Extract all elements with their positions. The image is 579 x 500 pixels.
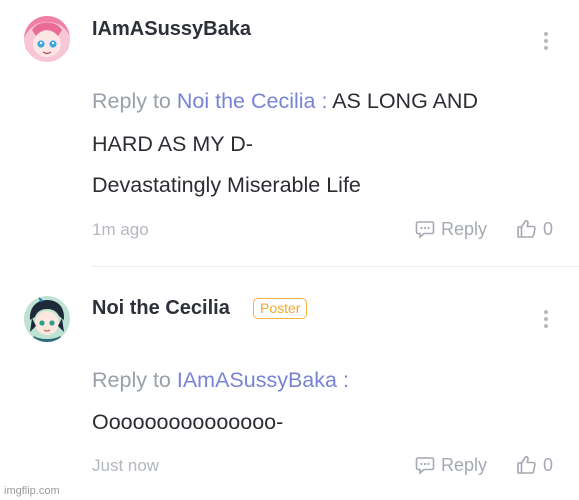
reply-prefix: Reply to	[92, 89, 177, 113]
comment-item: Noi the Cecilia Poster Reply to IAmASuss…	[0, 268, 579, 500]
comment-timestamp: 1m ago	[92, 220, 149, 239]
reply-label: Reply	[441, 218, 488, 239]
like-count: 0	[543, 454, 554, 475]
comment-text: AS LONG AND	[332, 89, 478, 113]
like-button[interactable]: 0	[516, 217, 553, 241]
comment-username[interactable]: Noi the Cecilia	[92, 297, 230, 320]
comment-item: IAmASussyBaka Reply to Noi the Cecilia :…	[0, 0, 579, 267]
more-options-icon[interactable]	[536, 28, 556, 54]
like-count: 0	[543, 218, 554, 239]
watermark: imgflip.com	[4, 485, 60, 497]
thumbs-up-icon	[517, 456, 536, 474]
mention-link[interactable]: IAmASussyBaka	[177, 368, 337, 392]
thumbs-up-icon	[517, 220, 536, 238]
comment-text-line: HARD AS MY D-	[92, 132, 253, 156]
reply-button[interactable]: Reply	[415, 453, 487, 477]
mention-separator: :	[315, 89, 333, 113]
user-avatar[interactable]	[24, 296, 70, 342]
mention-separator: :	[336, 368, 349, 392]
comment-text-line: Devastatingly Miserable Life	[92, 173, 361, 197]
comment-timestamp: Just now	[92, 456, 160, 475]
poster-badge: Poster	[253, 298, 308, 319]
user-avatar[interactable]	[24, 16, 70, 62]
like-button[interactable]: 0	[516, 453, 553, 477]
reply-button[interactable]: Reply	[415, 217, 487, 241]
anime-pink-hair-avatar-icon	[24, 16, 70, 62]
reply-prefix: Reply to	[92, 368, 177, 392]
reply-label: Reply	[441, 454, 488, 475]
reply-icon	[415, 457, 435, 475]
anime-dark-hair-avatar-icon	[24, 296, 70, 342]
more-options-icon[interactable]	[536, 306, 556, 332]
comment-username[interactable]: IAmASussyBaka	[92, 18, 251, 41]
mention-link[interactable]: Noi the Cecilia	[177, 89, 316, 113]
comment-text-line: Reply to Noi the Cecilia : AS LONG AND	[92, 89, 478, 114]
comment-divider	[92, 266, 579, 267]
reply-icon	[415, 221, 435, 239]
comment-text-line: Ooooooooooooooo-	[92, 410, 284, 434]
comment-text-line: Reply to IAmASussyBaka :	[92, 368, 349, 393]
